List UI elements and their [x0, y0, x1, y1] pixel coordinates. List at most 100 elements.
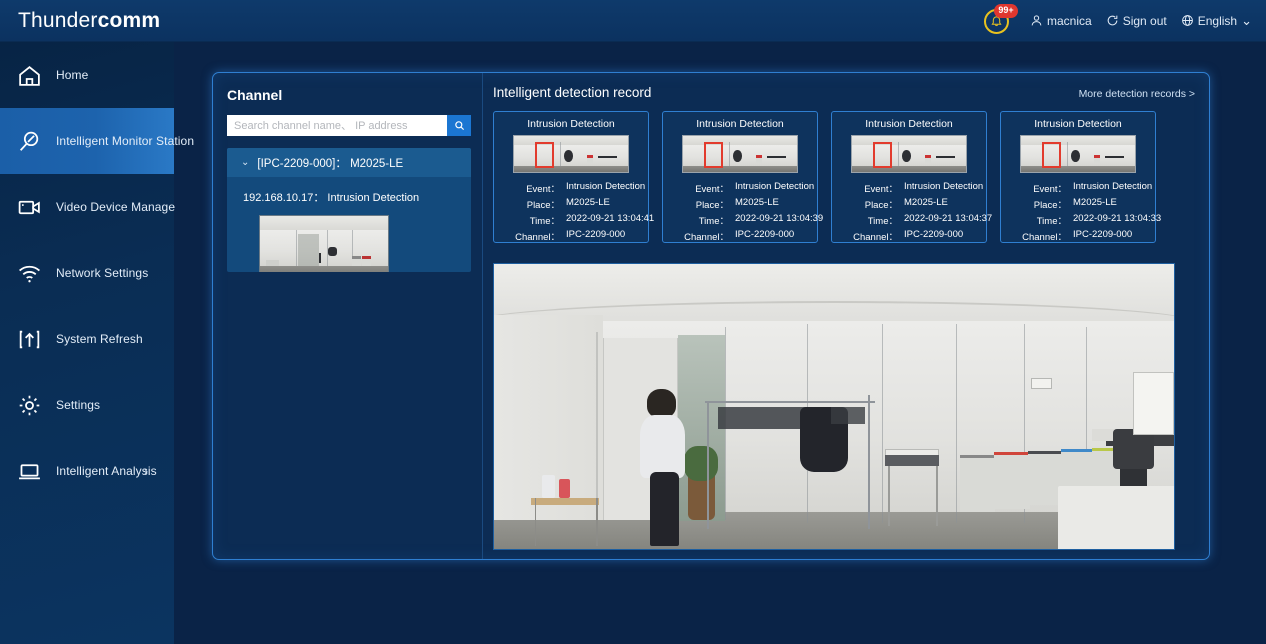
field-label-event: Event： — [864, 184, 898, 195]
language-selector[interactable]: English ⌄ — [1181, 14, 1252, 28]
more-detection-records-link[interactable]: More detection records > — [1079, 88, 1195, 100]
detection-card-thumbnail — [1020, 135, 1136, 173]
app-header: Thundercomm 99+ macnica Sign out English… — [0, 0, 1266, 42]
detection-card-title: Intrusion Detection — [527, 118, 615, 130]
wifi-icon — [14, 258, 44, 288]
field-label-event: Event： — [526, 184, 560, 195]
search-input[interactable] — [227, 115, 447, 136]
globe-icon — [1181, 15, 1193, 26]
video-frame — [494, 264, 1174, 549]
field-label-channel: Channel： — [684, 232, 729, 243]
sidebar-item-settings[interactable]: Settings — [0, 372, 174, 438]
sidebar: Home Intelligent Monitor Station Video D… — [0, 42, 194, 644]
sign-out-label: Sign out — [1122, 13, 1167, 28]
field-value-time: 2022-09-21 13:04:39 — [735, 213, 824, 224]
field-value-time: 2022-09-21 13:04:33 — [1073, 213, 1162, 224]
field-value-channel: IPC-2209-000 — [1073, 229, 1133, 240]
channel-tree-node[interactable]: ⌄ [IPC-2209-000]： M2025-LE — [227, 148, 471, 177]
sidebar-item-label: Intelligent Analysis — [56, 464, 157, 478]
signout-icon — [1107, 15, 1118, 26]
user-menu[interactable]: macnica — [1030, 14, 1092, 28]
channel-tree-node-label: [IPC-2209-000]： M2025-LE — [257, 157, 404, 170]
chevron-down-icon: ⌄ — [1241, 12, 1252, 28]
channel-tree: ⌄ [IPC-2209-000]： M2025-LE 192.168.10.17… — [227, 148, 471, 272]
detection-card-title: Intrusion Detection — [696, 118, 784, 130]
detection-card-fields: Event： Intrusion Detection Place： M2025-… — [838, 181, 992, 243]
field-label-time: Time： — [698, 216, 729, 227]
field-label-channel: Channel： — [1022, 232, 1067, 243]
upload-box-icon — [14, 324, 44, 354]
field-value-channel: IPC-2209-000 — [904, 229, 964, 240]
app-root: Thundercomm 99+ macnica Sign out English… — [0, 0, 1266, 644]
field-label-time: Time： — [867, 216, 898, 227]
detection-record-panel: Intelligent detection record More detect… — [483, 73, 1209, 559]
chevron-right-icon: › — [144, 464, 148, 478]
field-value-place: M2025-LE — [735, 197, 779, 208]
field-label-place: Place： — [695, 200, 729, 211]
detection-card-thumbnail — [513, 135, 629, 173]
detection-card-fields: Event： Intrusion Detection Place： M2025-… — [500, 181, 654, 243]
notification-button[interactable]: 99+ — [982, 3, 1018, 36]
field-label-place: Place： — [864, 200, 898, 211]
detection-record-header: Intelligent detection record More detect… — [493, 85, 1195, 100]
channel-tree-children: 192.168.10.17： Intrusion Detection — [227, 177, 471, 272]
field-label-channel: Channel： — [515, 232, 560, 243]
header-actions: 99+ macnica Sign out English ⌄ — [982, 3, 1252, 36]
detection-bounding-box — [703, 141, 723, 169]
sidebar-item-home[interactable]: Home — [0, 42, 174, 108]
channel-panel: Channel ⌄ [IPC-2209-000]： M2025-LE 192.1… — [213, 73, 483, 559]
live-video-player[interactable] — [493, 263, 1175, 550]
user-name: macnica — [1047, 13, 1092, 28]
magnifier-slash-icon — [14, 126, 44, 156]
detection-bounding-box — [872, 141, 892, 169]
channel-preview-thumbnail[interactable] — [259, 215, 389, 272]
field-value-place: M2025-LE — [904, 197, 948, 208]
detection-card[interactable]: Intrusion Detection Event： Intrusion Det… — [1000, 111, 1161, 243]
sidebar-item-video-device-manage[interactable]: Video Device Manage — [0, 174, 176, 240]
field-label-place: Place： — [1033, 200, 1067, 211]
detection-card-title: Intrusion Detection — [1034, 118, 1122, 130]
field-value-event: Intrusion Detection — [904, 181, 984, 192]
brand-logo: Thundercomm — [18, 9, 160, 33]
sidebar-item-system-refresh[interactable]: System Refresh — [0, 306, 174, 372]
channel-search-row — [227, 115, 471, 136]
field-label-event: Event： — [1033, 184, 1067, 195]
sidebar-item-label: System Refresh — [56, 332, 143, 346]
field-value-place: M2025-LE — [1073, 197, 1117, 208]
sidebar-item-intelligent-analysis[interactable]: Intelligent Analysis › — [0, 438, 174, 504]
field-label-time: Time： — [1036, 216, 1067, 227]
field-value-event: Intrusion Detection — [1073, 181, 1153, 192]
detection-card-fields: Event： Intrusion Detection Place： M2025-… — [669, 181, 823, 243]
language-label: English — [1197, 13, 1238, 28]
sidebar-item-label: Network Settings — [56, 266, 149, 280]
brand-logo-thin: Thunder — [18, 8, 98, 32]
detection-card-thumbnail — [682, 135, 798, 173]
field-value-channel: IPC-2209-000 — [735, 229, 795, 240]
sidebar-item-label: Settings — [56, 398, 101, 412]
search-button[interactable] — [447, 115, 471, 136]
detection-card[interactable]: Intrusion Detection Event： Intrusion Det… — [662, 111, 823, 243]
detection-card-title: Intrusion Detection — [865, 118, 953, 130]
laptop-icon — [14, 456, 44, 486]
sign-out-button[interactable]: Sign out — [1106, 14, 1167, 28]
field-label-time: Time： — [529, 216, 560, 227]
sidebar-item-label: Video Device Manage — [56, 200, 176, 214]
detection-card[interactable]: Intrusion Detection Event： Intrusion Det… — [493, 111, 654, 243]
sidebar-item-intelligent-monitor-station[interactable]: Intelligent Monitor Station — [0, 108, 194, 174]
detection-card-thumbnail — [851, 135, 967, 173]
field-label-event: Event： — [695, 184, 729, 195]
gear-icon — [14, 390, 44, 420]
field-label-place: Place： — [526, 200, 560, 211]
brand-logo-bold: comm — [97, 8, 161, 32]
notification-badge: 99+ — [994, 3, 1018, 18]
detection-card-list: Intrusion Detection Event： Intrusion Det… — [493, 111, 1195, 243]
channel-panel-title: Channel — [227, 87, 283, 103]
search-icon — [454, 121, 464, 131]
field-value-time: 2022-09-21 13:04:41 — [566, 213, 655, 224]
sidebar-item-network-settings[interactable]: Network Settings — [0, 240, 174, 306]
detection-card[interactable]: Intrusion Detection Event： Intrusion Det… — [831, 111, 992, 243]
field-value-channel: IPC-2209-000 — [566, 229, 626, 240]
sidebar-item-label: Home — [56, 68, 89, 82]
detection-record-title: Intelligent detection record — [493, 85, 652, 100]
home-icon — [14, 60, 44, 90]
